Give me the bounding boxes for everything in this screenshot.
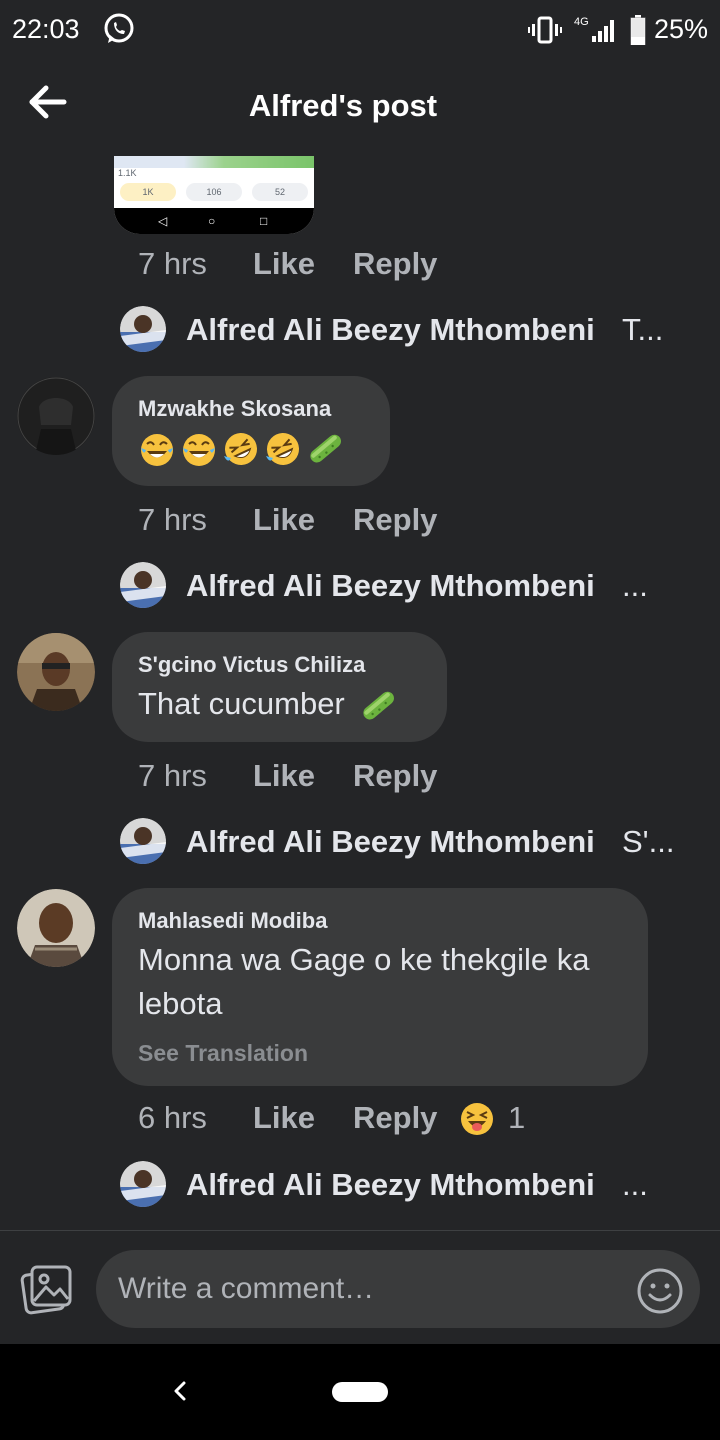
whatsapp-icon <box>104 13 134 43</box>
status-bar: 22:03 4G 25% <box>0 0 720 62</box>
thumbnail-pill-like: 1K <box>120 183 176 201</box>
comment-author[interactable]: Mzwakhe Skosana <box>138 396 331 422</box>
comment-meta: 6 hrs Like Reply 1 <box>138 1100 558 1140</box>
reply-button[interactable]: Reply <box>353 758 437 794</box>
thumbnail-banner <box>114 156 314 168</box>
comment-time: 7 hrs <box>138 246 207 281</box>
system-nav-bar <box>0 1344 720 1440</box>
cucumber-emoji-icon <box>310 434 341 463</box>
avatar[interactable] <box>17 889 95 967</box>
comment-image-thumbnail[interactable]: 1.1K 1K 106 52 ◁ ○ □ <box>114 156 314 234</box>
reply-author-name: Alfred Ali Beezy Mthombeni <box>186 568 595 603</box>
avatar[interactable] <box>17 377 95 455</box>
comments-list[interactable]: 1.1K 1K 106 52 ◁ ○ □ 7 hrs Like Reply Alfr… <box>0 148 720 1230</box>
battery-icon <box>630 15 646 45</box>
comment-bubble[interactable]: S'gcino Victus Chiliza That cucumber <box>112 632 447 742</box>
rofl-emoji-icon <box>266 433 299 465</box>
comment-text-line: lebota <box>138 986 223 1021</box>
comment-text: Monna wa Gage o ke thekgile ka lebota <box>138 938 590 1026</box>
reply-author-name: Alfred Ali Beezy Mthombeni <box>186 1167 595 1202</box>
reply-preview-text: ... <box>622 1167 648 1202</box>
photo-icon[interactable] <box>20 1263 74 1315</box>
comment-bubble[interactable]: Mzwakhe Skosana <box>112 376 390 486</box>
thumbnail-pill-comments: 106 <box>186 183 242 201</box>
reply-preview[interactable]: Alfred Ali Beezy Mthombeni ... <box>120 1161 680 1209</box>
thumbnail-pill-shares: 52 <box>252 183 308 201</box>
avatar <box>120 818 166 864</box>
comment-composer <box>0 1230 720 1344</box>
avatar <box>120 562 166 608</box>
avatar <box>120 1161 166 1207</box>
thumbnail-reaction-count: 1.1K <box>118 168 137 178</box>
reply-preview[interactable]: Alfred Ali Beezy Mthombeni ... <box>120 562 680 610</box>
battery-percent: 25% <box>654 14 709 44</box>
vibrate-icon <box>528 16 562 44</box>
comment-time: 7 hrs <box>138 758 207 793</box>
rofl-emoji-icon <box>224 433 257 465</box>
reply-button[interactable]: Reply <box>353 246 437 282</box>
comment-time: 6 hrs <box>138 1100 207 1135</box>
status-time: 22:03 <box>12 14 80 44</box>
smiley-icon[interactable] <box>636 1267 684 1315</box>
reply-preview-text: S'... <box>622 824 675 859</box>
chevron-left-icon[interactable] <box>166 1376 194 1406</box>
reaction-count: 1 <box>508 1100 526 1135</box>
joy-emoji-icon <box>183 434 215 466</box>
like-button[interactable]: Like <box>253 1100 315 1136</box>
reply-author-name: Alfred Ali Beezy Mthombeni <box>186 824 595 859</box>
joy-emoji-icon <box>141 434 173 466</box>
comment-text: That cucumber <box>138 682 399 726</box>
thumbnail-nav-bar: ◁ ○ □ <box>114 208 314 234</box>
like-button[interactable]: Like <box>253 758 315 794</box>
signal-icon <box>592 20 614 42</box>
page-title: Alfred's post <box>248 88 438 123</box>
comment-time: 7 hrs <box>138 502 207 537</box>
like-button[interactable]: Like <box>253 502 315 538</box>
reply-button[interactable]: Reply <box>353 502 437 538</box>
comment-author[interactable]: Mahlasedi Modiba <box>138 908 327 934</box>
reply-preview-text: T... <box>622 312 664 347</box>
avatar[interactable] <box>17 633 95 711</box>
squinting-face-tongue-icon[interactable] <box>460 1102 494 1136</box>
reply-preview-text: ... <box>622 568 648 603</box>
see-translation-link[interactable]: See Translation <box>138 1040 308 1067</box>
home-pill-button[interactable] <box>332 1382 388 1402</box>
like-button[interactable]: Like <box>253 246 315 282</box>
comment-bubble[interactable]: Mahlasedi Modiba Monna wa Gage o ke thek… <box>112 888 648 1086</box>
reply-preview[interactable]: Alfred Ali Beezy Mthombeni T... <box>120 306 680 354</box>
reply-author-name: Alfred Ali Beezy Mthombeni <box>186 312 595 347</box>
cucumber-emoji-icon <box>363 691 395 720</box>
comment-input[interactable] <box>96 1250 700 1328</box>
avatar <box>120 306 166 352</box>
reply-preview[interactable]: Alfred Ali Beezy Mthombeni S'... <box>120 818 680 866</box>
comment-text-line: Monna wa Gage o ke thekgile ka <box>138 942 590 977</box>
reply-button[interactable]: Reply <box>353 1100 437 1136</box>
comment-author[interactable]: S'gcino Victus Chiliza <box>138 652 365 678</box>
comment-emojis <box>138 430 350 470</box>
comment-text-content: That cucumber <box>138 686 345 721</box>
header: Alfred's post <box>0 62 720 148</box>
